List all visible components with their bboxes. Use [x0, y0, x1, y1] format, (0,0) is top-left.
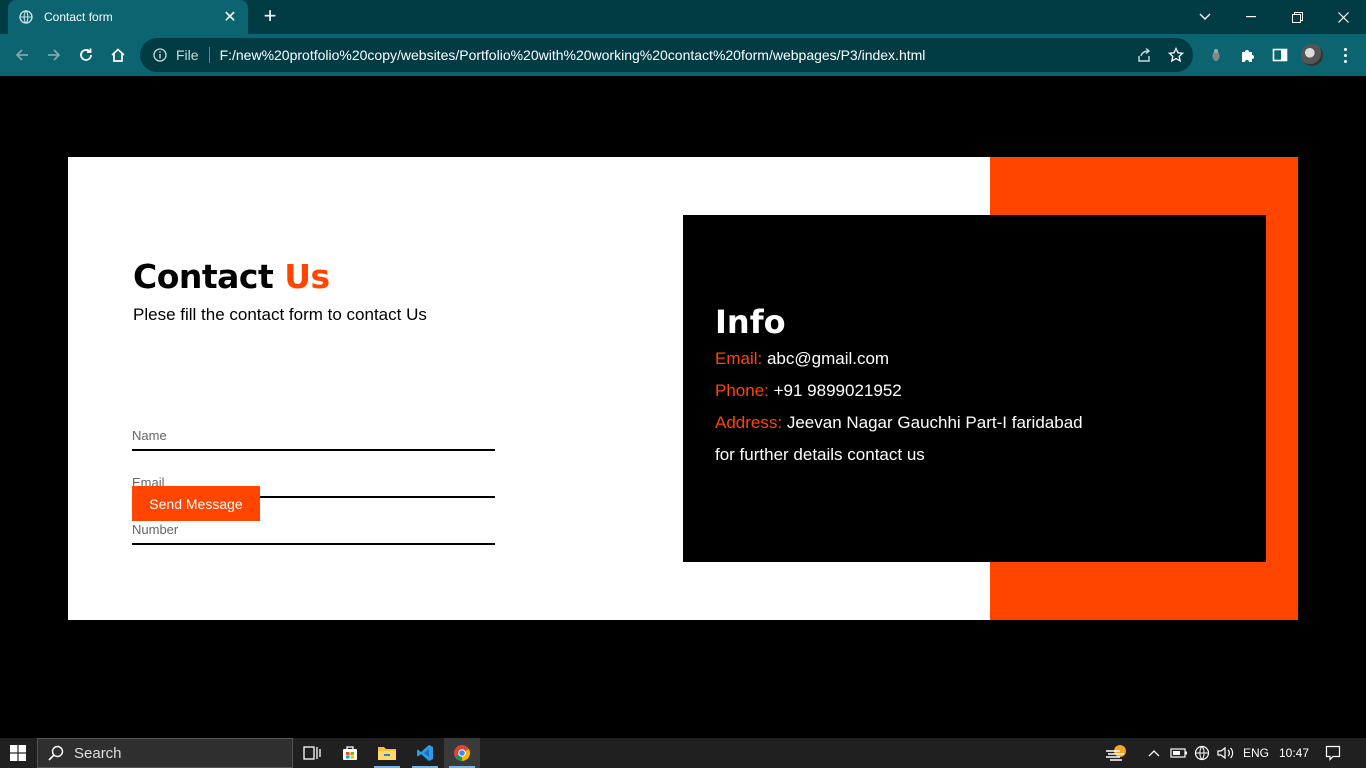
address-value: Jeevan Nagar Gauchhi Part-I faridabad — [786, 413, 1083, 432]
bookmark-star-icon[interactable] — [1164, 43, 1188, 67]
extension-icon[interactable] — [1204, 43, 1228, 67]
browser-tab[interactable]: Contact form ✕ — [8, 0, 248, 34]
send-message-button[interactable]: Send Message — [132, 486, 260, 521]
heading-main: Contact — [133, 257, 285, 296]
store-icon[interactable] — [332, 738, 368, 768]
url-text[interactable]: F:/new%20protfolio%20copy/websites/Portf… — [220, 47, 926, 63]
contact-card: Contact Us Plese fill the contact form t… — [68, 157, 1298, 620]
name-field[interactable] — [132, 421, 495, 451]
chrome-icon[interactable] — [444, 738, 480, 768]
globe-icon — [18, 9, 34, 25]
task-view-icon[interactable] — [294, 738, 330, 768]
file-explorer-icon[interactable] — [369, 738, 405, 768]
info-email: Email: abc@gmail.com — [715, 349, 889, 369]
info-box: Info Email: abc@gmail.com Phone: +91 989… — [683, 215, 1266, 562]
browser-toolbar: File F:/new%20protfolio%20copy/websites/… — [0, 34, 1366, 76]
taskbar-search-box[interactable]: Search — [37, 738, 293, 768]
address-label: Address: — [715, 413, 783, 432]
contact-subtitle: Plese fill the contact form to contact U… — [133, 305, 427, 324]
start-button[interactable] — [0, 738, 36, 768]
extensions-puzzle-icon[interactable] — [1236, 43, 1260, 67]
info-footer: for further details contact us — [715, 445, 925, 464]
heading-accent: Us — [284, 257, 330, 296]
reload-icon[interactable] — [74, 43, 98, 67]
url-scheme: File — [176, 47, 210, 63]
info-phone: Phone: +91 9899021952 — [715, 381, 902, 401]
new-tab-button[interactable]: + — [258, 4, 282, 28]
email-label: Email: — [715, 349, 763, 368]
tab-strip: Contact form ✕ + — [0, 0, 1366, 34]
info-title: Info — [715, 303, 786, 341]
notifications-icon[interactable] — [1320, 738, 1346, 768]
browser-menu-icon[interactable] — [1333, 43, 1357, 67]
address-bar[interactable]: File F:/new%20protfolio%20copy/websites/… — [140, 38, 1193, 72]
home-icon[interactable] — [106, 43, 130, 67]
chevron-up-icon[interactable] — [1144, 738, 1164, 768]
page-viewport: Contact Us Plese fill the contact form t… — [0, 76, 1366, 738]
tab-title: Contact form — [44, 10, 113, 24]
volume-icon[interactable] — [1215, 738, 1237, 768]
restore-button[interactable] — [1274, 0, 1320, 34]
profile-avatar[interactable] — [1300, 43, 1324, 67]
close-window-button[interactable] — [1320, 0, 1366, 34]
clock[interactable]: 10:47 — [1276, 738, 1312, 768]
share-icon[interactable] — [1132, 43, 1156, 67]
search-label: Search — [74, 744, 122, 762]
info-icon[interactable] — [152, 47, 168, 63]
windows-taskbar: Search ENG 10:47 — [0, 738, 1366, 768]
search-icon — [48, 745, 64, 761]
info-address: Address: Jeevan Nagar Gauchhi Part-I far… — [715, 413, 1083, 433]
vscode-icon[interactable] — [407, 738, 443, 768]
forward-arrow-icon[interactable] — [42, 43, 66, 67]
contact-heading: Contact Us — [133, 257, 330, 296]
weather-widget-icon[interactable] — [1100, 738, 1132, 768]
phone-label: Phone: — [715, 381, 769, 400]
email-value: abc@gmail.com — [766, 349, 890, 368]
tab-search-icon[interactable] — [1182, 0, 1228, 34]
back-arrow-icon[interactable] — [10, 43, 34, 67]
battery-icon[interactable] — [1168, 738, 1190, 768]
language-indicator[interactable]: ENG — [1240, 738, 1272, 768]
side-panel-icon[interactable] — [1268, 43, 1292, 67]
minimize-button[interactable] — [1228, 0, 1274, 34]
phone-value: +91 9899021952 — [773, 381, 902, 400]
network-globe-icon[interactable] — [1192, 738, 1212, 768]
close-tab-icon[interactable]: ✕ — [222, 7, 238, 27]
